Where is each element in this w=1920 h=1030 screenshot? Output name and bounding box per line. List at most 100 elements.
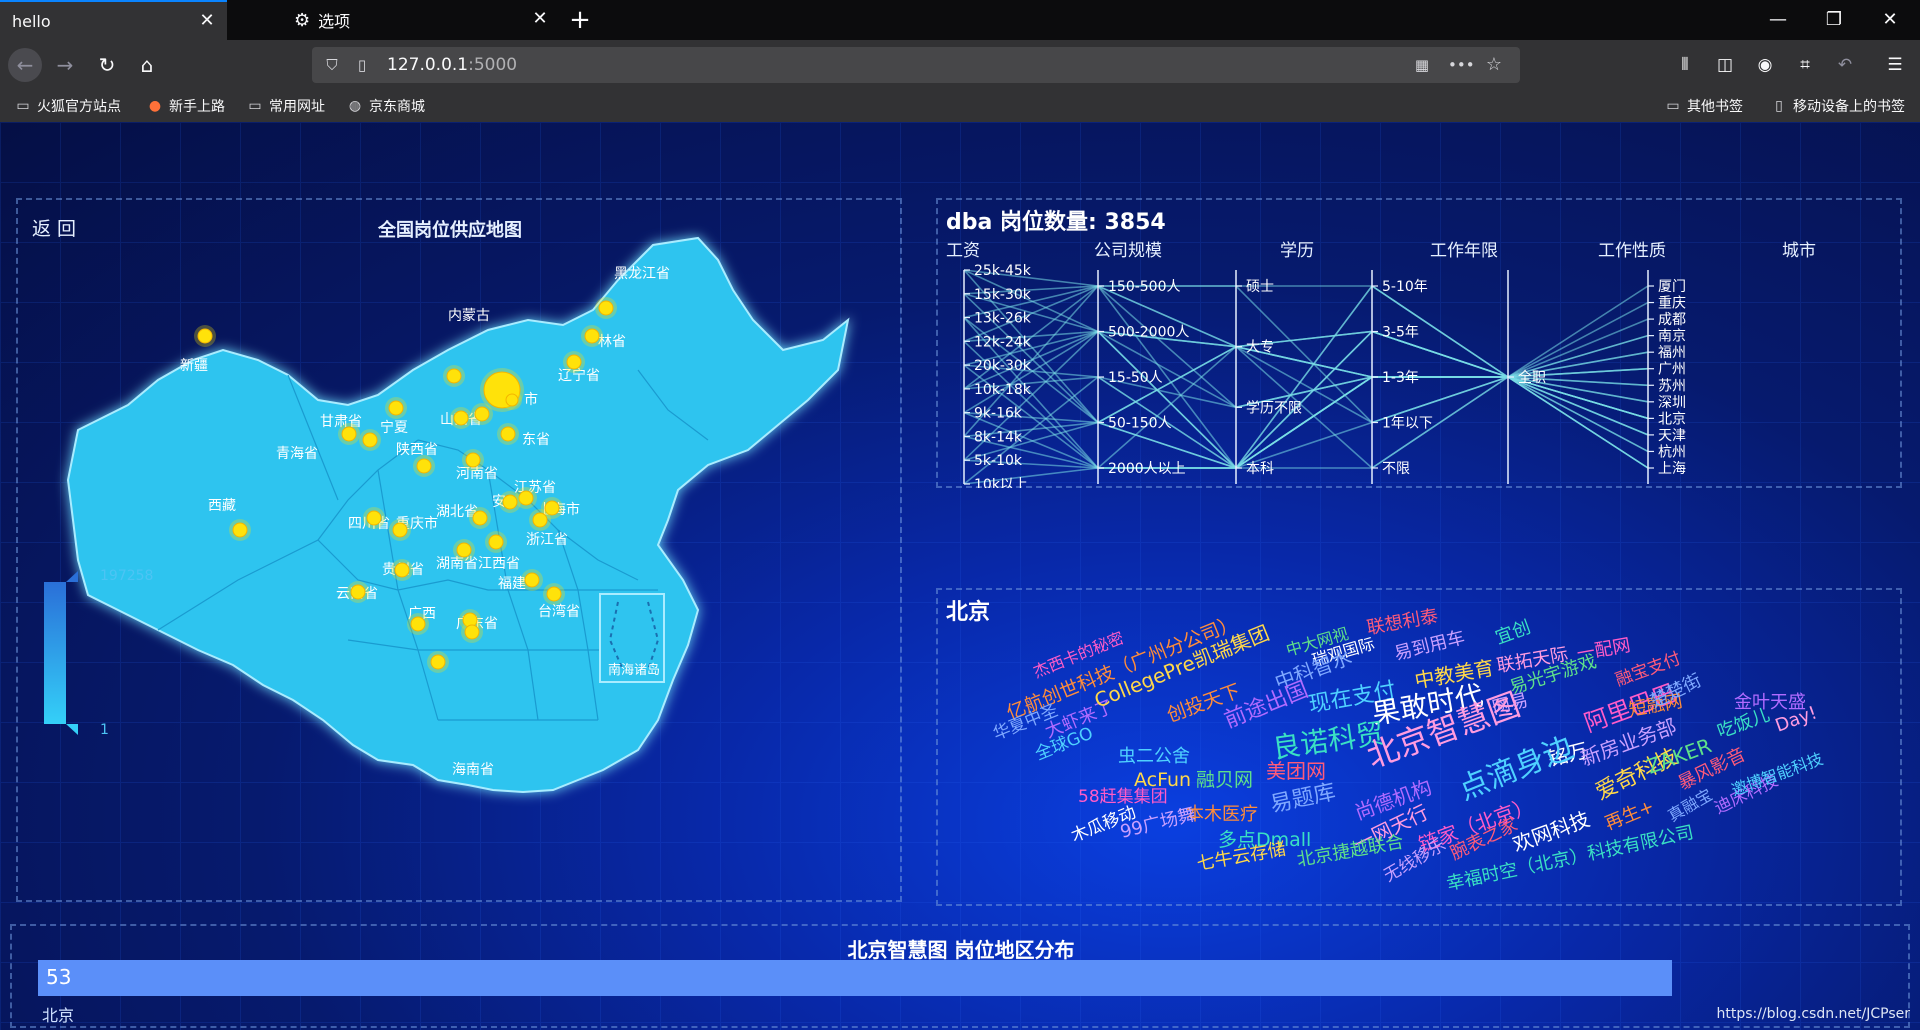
tab-bar: hello ✕ ⚙ 选项 ✕ + — ❐ ✕ xyxy=(0,0,1920,40)
wordcloud-word[interactable]: 再生+ xyxy=(1602,796,1657,835)
city-point[interactable] xyxy=(456,542,472,558)
star-icon[interactable]: ☆ xyxy=(1484,55,1504,75)
qr-code-icon[interactable]: ▦ xyxy=(1412,55,1432,75)
reload-button[interactable]: ↻ xyxy=(90,48,124,82)
word-cloud[interactable]: 杰西卡的秘密亿航创世科技（广州分公司）华夏中圣大虾来了全球GOCollegePr… xyxy=(938,590,1902,906)
city-point[interactable] xyxy=(341,426,357,442)
city-point[interactable] xyxy=(350,584,366,600)
city-point[interactable] xyxy=(464,624,480,640)
wordcloud-word[interactable]: 易题库 xyxy=(1268,780,1338,818)
city-point[interactable] xyxy=(518,490,534,506)
parallel-panel: dba 岗位数量: 3854 工资 公司规模 学历 工作年限 工作性质 城市 2… xyxy=(936,198,1902,488)
city-point[interactable] xyxy=(566,354,582,370)
legend-min: 1 xyxy=(100,722,109,738)
city-point[interactable] xyxy=(366,510,382,526)
map-panel: 返 回 全国岗位供应地图 南海诸岛 新疆 西藏 青海省 甘肃省 宁夏 内蒙古 黑… xyxy=(16,198,902,902)
parallel-chart[interactable]: 25k-45k 15k-30k 13k-26k 12k-24k 20k-30k 10k-1… xyxy=(938,200,1902,488)
bookmark-item[interactable]: ◍ 京东商城 xyxy=(346,96,425,116)
pc-series-line xyxy=(963,376,1649,469)
bar-chart-title: 北京智慧图 岗位地区分布 xyxy=(847,938,1075,962)
minimize-button[interactable]: — xyxy=(1752,0,1804,40)
city-point[interactable] xyxy=(502,494,518,510)
city-point[interactable] xyxy=(197,328,213,344)
province-label: 宁夏 xyxy=(380,419,408,436)
back-button[interactable]: ← xyxy=(8,48,42,82)
pc-tick-label: 杭州 xyxy=(1658,444,1686,460)
bookmark-item[interactable]: ▭ 火狐官方站点 xyxy=(14,96,121,116)
undo-icon[interactable]: ↶ xyxy=(1830,50,1860,80)
city-point[interactable] xyxy=(488,534,504,550)
wordcloud-word[interactable]: 融贝网 xyxy=(1196,769,1253,791)
city-point[interactable] xyxy=(598,300,614,316)
restore-button[interactable]: ❐ xyxy=(1808,0,1860,40)
pc-tick-label: 10k-18k xyxy=(974,382,1032,398)
pc-tick-label: 重庆 xyxy=(1658,296,1686,312)
city-point[interactable] xyxy=(392,522,408,538)
tab-hello[interactable]: hello ✕ xyxy=(0,0,227,40)
pc-tick-label: 50-150人 xyxy=(1108,416,1172,432)
bookmark-item[interactable]: ▯ 移动设备上的书签 xyxy=(1770,96,1905,116)
city-point[interactable] xyxy=(453,410,469,426)
bar-panel: 北京智慧图 岗位地区分布 53 北京 xyxy=(10,924,1910,1028)
wordcloud-word[interactable]: 宜创 xyxy=(1493,617,1534,649)
wordcloud-word[interactable]: 虫二公舍 xyxy=(1118,746,1190,767)
bookmark-item[interactable]: ▭ 常用网址 xyxy=(246,96,325,116)
account-icon[interactable]: ◉ xyxy=(1750,50,1780,80)
new-tab-button[interactable]: + xyxy=(565,6,595,36)
bar-category-label: 北京 xyxy=(42,1006,75,1025)
menu-icon[interactable]: ☰ xyxy=(1880,50,1910,80)
city-point[interactable] xyxy=(232,522,248,538)
city-point[interactable] xyxy=(416,458,432,474)
province-label: 内蒙古 xyxy=(448,308,490,324)
city-point[interactable] xyxy=(410,616,426,632)
legend-bottom-handle xyxy=(66,724,78,735)
city-point[interactable] xyxy=(465,452,481,468)
pc-tick-label: 13k-26k xyxy=(974,311,1032,327)
bar-track: 53 xyxy=(38,960,1672,996)
city-point[interactable] xyxy=(394,562,410,578)
close-icon[interactable]: ✕ xyxy=(530,9,550,29)
wordcloud-panel: 北京 杰西卡的秘密 亿航创世科技（广州分公司） 华夏中圣 大虾来了 全球GO Colleg… xyxy=(936,588,1902,906)
bookmark-item[interactable]: ● 新手上路 xyxy=(146,96,225,116)
pc-tick-label: 福州 xyxy=(1658,345,1686,361)
sidebar-icon[interactable]: ◫ xyxy=(1710,50,1740,80)
globe-icon: ◍ xyxy=(348,98,362,114)
folder-icon: ▭ xyxy=(16,98,30,114)
bookmark-item[interactable]: ▭ 其他书签 xyxy=(1664,96,1743,116)
wordcloud-word[interactable]: 美团网 xyxy=(1266,759,1326,783)
close-icon[interactable]: ✕ xyxy=(197,11,217,31)
pc-tick-label: 硕士 xyxy=(1246,279,1274,295)
url-bar[interactable]: ⛉ ▯ 127.0.0.1:5000 ▦ ••• ☆ xyxy=(312,47,1520,83)
city-point[interactable] xyxy=(472,510,488,526)
city-point[interactable] xyxy=(474,406,490,422)
city-point[interactable] xyxy=(362,432,378,448)
city-point[interactable] xyxy=(505,393,519,407)
city-point[interactable] xyxy=(546,586,562,602)
pc-tick-label: 10k以上 xyxy=(974,477,1028,488)
shield-icon[interactable]: ⛉ xyxy=(322,55,342,75)
screenshot-icon[interactable]: ⌗ xyxy=(1790,50,1820,80)
home-button[interactable]: ⌂ xyxy=(130,48,164,82)
city-point[interactable] xyxy=(532,512,548,528)
more-actions-icon[interactable]: ••• xyxy=(1448,55,1475,75)
city-point[interactable] xyxy=(584,328,600,344)
city-point[interactable] xyxy=(500,426,516,442)
city-point[interactable] xyxy=(388,400,404,416)
city-point[interactable] xyxy=(446,368,462,384)
url-text[interactable]: 127.0.0.1:5000 xyxy=(387,55,517,75)
bar-fill[interactable] xyxy=(38,960,1672,996)
wordcloud-word[interactable]: 联想利泰 xyxy=(1365,606,1440,639)
city-point[interactable] xyxy=(524,572,540,588)
china-map[interactable]: 南海诸岛 新疆西藏青海省甘肃省宁夏内蒙古黑龙江省林省辽宁省山西省市东省陕西省河南… xyxy=(18,200,902,902)
wordcloud-word[interactable]: 58赶集集团 xyxy=(1078,787,1168,807)
province-label: 青海省 xyxy=(276,446,318,462)
tab-options[interactable]: ⚙ 选项 ✕ xyxy=(282,0,560,40)
firefox-icon: ● xyxy=(148,98,162,114)
pc-series-line xyxy=(963,293,1649,378)
pc-series-line xyxy=(963,293,1649,424)
forward-button[interactable]: → xyxy=(48,48,82,82)
city-point[interactable] xyxy=(430,654,446,670)
wordcloud-word[interactable]: 点滴身边 xyxy=(1454,730,1578,807)
close-window-button[interactable]: ✕ xyxy=(1864,0,1916,40)
library-icon[interactable]: ⫴ xyxy=(1670,50,1700,80)
